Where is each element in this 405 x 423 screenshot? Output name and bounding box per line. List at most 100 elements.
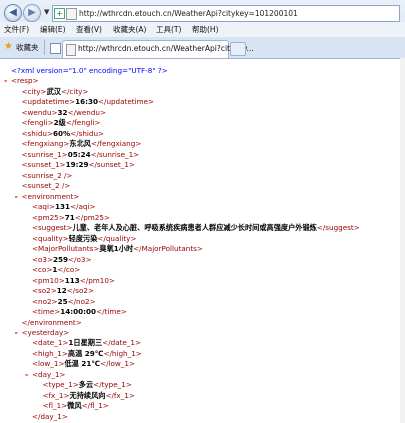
- xml-line: <city>武汉</city>: [22, 87, 89, 97]
- xml-line: <pm10>113</pm10>: [32, 276, 115, 286]
- xml-open-tag: <pm25>: [32, 212, 65, 222]
- xml-line: <sunset_1>19:29</sunset_1>: [22, 160, 135, 170]
- xml-line: <fengxiang>东北风</fengxiang>: [22, 139, 142, 149]
- xml-close-tag: </quality>: [97, 233, 137, 243]
- xml-line: <so2>12</so2>: [32, 286, 94, 296]
- xml-text-value: 113: [64, 275, 80, 285]
- xml-text-value: 60%: [52, 128, 71, 138]
- xml-open-tag: <sunrise_2 />: [21, 170, 73, 180]
- xml-line: <sunset_2 />: [22, 181, 71, 191]
- menu-view[interactable]: 查看(V): [76, 22, 102, 37]
- xml-open-tag: <quality>: [32, 233, 69, 243]
- menu-bar: 文件(F) 编辑(E) 查看(V) 收藏夹(A) 工具(T) 帮助(H): [0, 22, 405, 37]
- menu-tools[interactable]: 工具(T): [156, 22, 181, 37]
- collapse-toggle-icon[interactable]: -: [25, 370, 28, 380]
- xml-line: <high_1>高温 29℃</high_1>: [32, 349, 142, 359]
- xml-text-value: 武汉: [46, 86, 61, 96]
- xml-line: <sunrise_2 />: [22, 171, 73, 181]
- xml-open-tag: <suggest>: [32, 223, 73, 233]
- menu-help[interactable]: 帮助(H): [192, 22, 219, 37]
- xml-text-value: 25: [57, 296, 68, 306]
- xml-close-tag: </time>: [96, 307, 127, 317]
- xml-line: <aqi>131</aqi>: [32, 202, 95, 212]
- xml-close-tag: </fengxiang>: [90, 139, 142, 149]
- quick-tabs-icon[interactable]: [50, 43, 61, 54]
- vertical-scrollbar[interactable]: [400, 58, 405, 423]
- collapse-toggle-icon[interactable]: -: [15, 328, 18, 338]
- xml-close-tag: </fx_1>: [105, 390, 135, 400]
- xml-open-tag: <fengxiang>: [21, 139, 70, 149]
- xml-close-tag: </so2>: [66, 286, 94, 296]
- xml-close-tag: </low_1>: [100, 359, 135, 369]
- xml-close-tag: </city>: [60, 86, 89, 96]
- xml-open-tag: </environment>: [21, 317, 82, 327]
- collapse-toggle-icon[interactable]: -: [4, 76, 7, 86]
- xml-line: <updatetime>16:30</updatetime>: [22, 97, 155, 107]
- xml-text-value: 轻度污染: [68, 233, 98, 243]
- new-tab-button[interactable]: [230, 42, 246, 56]
- xml-line: <yesterday>: [22, 328, 70, 338]
- menu-favorites[interactable]: 收藏夹(A): [113, 22, 146, 37]
- divider: [44, 40, 45, 55]
- browser-chrome: ◀ ▶ ▼ + http://wthrcdn.etouch.cn/Weather…: [0, 0, 405, 59]
- xml-open-tag: <resp>: [11, 76, 39, 86]
- xml-line: <time>14:00:00</time>: [32, 307, 127, 317]
- back-button[interactable]: ◀: [4, 4, 22, 22]
- xml-close-tag: </wendu>: [67, 107, 106, 117]
- xml-open-tag: <wendu>: [21, 107, 58, 117]
- xml-text-value: 259: [53, 254, 69, 264]
- xml-text-value: 微风: [67, 401, 82, 411]
- xml-open-tag: <yesterday>: [21, 328, 70, 337]
- address-bar[interactable]: + http://wthrcdn.etouch.cn/WeatherApi?ci…: [52, 5, 400, 22]
- xml-text-value: 71: [64, 212, 75, 222]
- xml-close-tag: </co>: [57, 265, 81, 275]
- xml-text-value: 12: [56, 286, 67, 296]
- xml-close-tag: </pm10>: [79, 275, 115, 285]
- back-arrow-icon: ◀: [9, 7, 17, 18]
- xml-line: <type_1>多云</type_1>: [43, 380, 132, 390]
- forward-button[interactable]: ▶: [23, 4, 41, 22]
- page-icon: [66, 44, 76, 56]
- xml-text-value: 131: [55, 202, 71, 212]
- xml-close-tag: </suggest>: [316, 223, 360, 233]
- xml-text-value: 高温 29℃: [67, 348, 104, 358]
- xml-line: <co>1</co>: [32, 265, 80, 275]
- xml-line: <low_1>低温 21℃</low_1>: [32, 359, 135, 369]
- xml-line: </day_1>: [32, 412, 68, 422]
- xml-text-value: 05:24: [67, 149, 91, 159]
- forward-arrow-icon: ▶: [28, 7, 36, 18]
- menu-edit[interactable]: 编辑(E): [40, 22, 66, 37]
- xml-close-tag: </sunrise_1>: [90, 149, 140, 159]
- xml-close-tag: </updatetime>: [98, 97, 155, 107]
- xml-open-tag: <co>: [32, 265, 53, 275]
- collapse-toggle-icon[interactable]: -: [15, 192, 18, 202]
- add-favorite-icon[interactable]: +: [54, 8, 65, 19]
- xml-line: <wendu>32</wendu>: [22, 108, 107, 118]
- xml-close-tag: </fl_1>: [81, 401, 109, 411]
- xml-open-tag: <type_1>: [42, 380, 79, 390]
- xml-open-tag: <updatetime>: [21, 97, 76, 107]
- xml-open-tag: <high_1>: [32, 348, 68, 358]
- xml-open-tag: <sunrise_1>: [21, 149, 68, 159]
- xml-close-tag: </high_1>: [103, 348, 142, 358]
- xml-text-value: 东北风: [69, 139, 91, 149]
- xml-text-value: 臭氧1小时: [99, 244, 134, 254]
- page-icon: [66, 8, 77, 20]
- tab-weather-api[interactable]: http://wthrcdn.etouch.cn/WeatherApi?city…: [62, 40, 254, 58]
- xml-open-tag: <MajorPollutants>: [32, 244, 100, 254]
- xml-open-tag: <city>: [21, 86, 47, 96]
- address-url[interactable]: http://wthrcdn.etouch.cn/WeatherApi?city…: [79, 6, 298, 21]
- xml-open-tag: <fx_1>: [42, 390, 70, 400]
- xml-text-value: 19:29: [65, 160, 89, 170]
- favorites-star-icon[interactable]: ★: [4, 41, 13, 52]
- menu-file[interactable]: 文件(F): [4, 22, 29, 37]
- favorites-button[interactable]: 收藏夹: [16, 42, 39, 53]
- xml-open-tag: <fl_1>: [42, 401, 68, 411]
- xml-open-tag: <low_1>: [32, 359, 65, 369]
- xml-close-tag: </fengli>: [65, 118, 101, 128]
- xml-line: <fengli>2级</fengli>: [22, 118, 101, 128]
- xml-line: <o3>259</o3>: [32, 255, 91, 265]
- history-dropdown-icon[interactable]: ▼: [44, 8, 49, 16]
- xml-text-value: 多云: [78, 380, 94, 390]
- xml-open-tag: <day_1>: [32, 369, 66, 379]
